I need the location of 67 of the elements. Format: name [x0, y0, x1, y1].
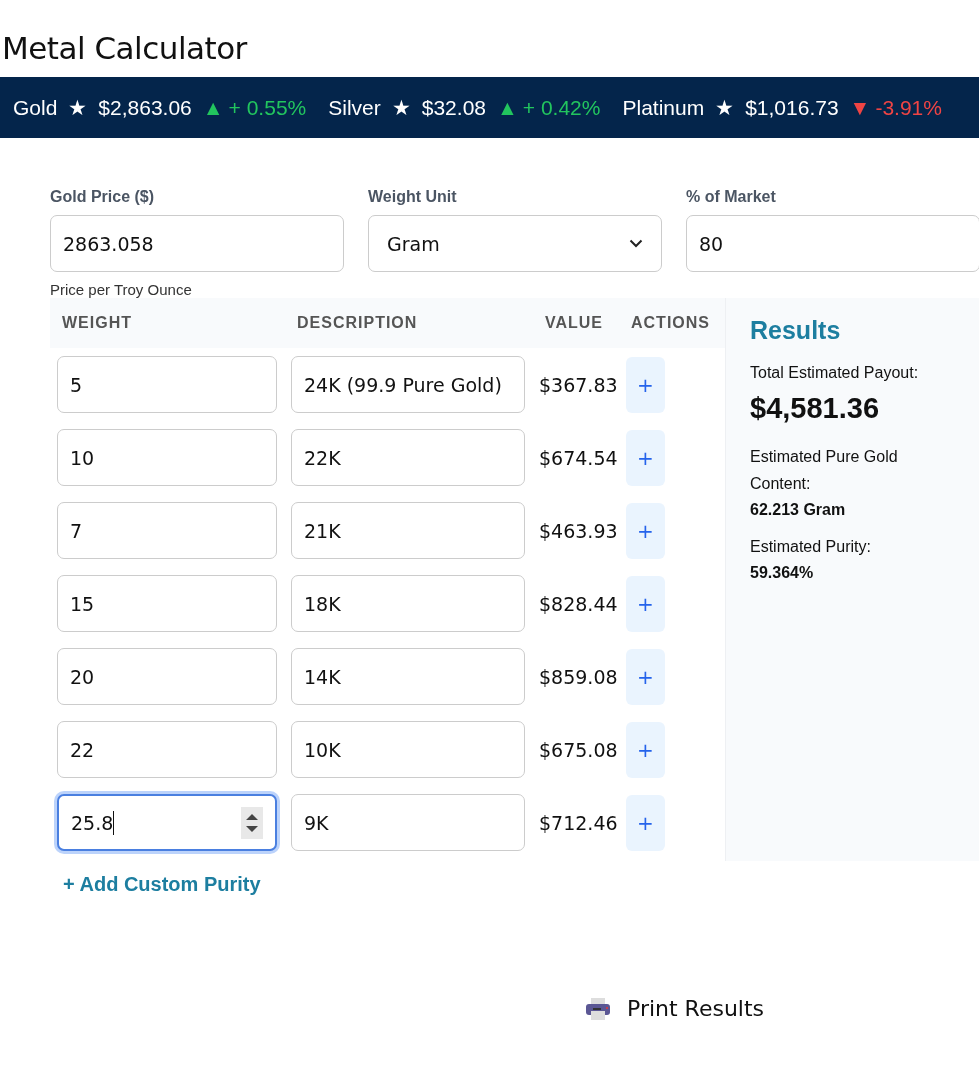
add-button[interactable]: +: [626, 648, 665, 705]
field-hint: Price per Troy Ounce: [50, 281, 193, 298]
add-custom-purity-link[interactable]: + Add Custom Purity: [63, 873, 261, 896]
add-button[interactable]: +: [626, 794, 665, 851]
weight-field[interactable]: 7: [57, 502, 277, 559]
value-cell-text: $859.08: [539, 665, 619, 688]
star-glyph: ★: [715, 95, 735, 120]
star-glyph: ★: [391, 95, 411, 120]
value-cell-text: $463.93: [539, 519, 619, 542]
chevron-icon: [629, 239, 643, 248]
value-cell-text: $712.46: [539, 811, 619, 834]
column-header: WEIGHT: [61, 314, 133, 332]
weight-field[interactable]: 25.8: [57, 794, 277, 851]
price-change: + 0.42%: [522, 95, 601, 120]
add-button[interactable]: +: [626, 356, 665, 413]
metal-name: Platinum: [622, 95, 705, 120]
description-field[interactable]: 21K: [291, 502, 525, 559]
description-field[interactable]: 24K (99.9 Pure Gold): [291, 356, 525, 413]
payout-label: Total Estimated Payout:: [750, 363, 920, 383]
price-change: -3.91%: [875, 95, 942, 120]
trend-arrow: ▼: [849, 95, 871, 120]
add-button[interactable]: +: [626, 502, 665, 559]
printer-icon: [585, 996, 611, 1021]
metal-name: Gold: [13, 95, 58, 120]
purity-label: Estimated Purity:: [750, 537, 872, 557]
metal-price: $2,863.06: [98, 95, 192, 120]
value-cell-text: $674.54: [539, 446, 619, 469]
description-field[interactable]: 22K: [291, 429, 525, 486]
field-label: Gold Price ($): [50, 188, 156, 206]
trend-arrow: ▲: [497, 95, 518, 120]
spinner-icon[interactable]: [241, 806, 263, 839]
value-cell-text: $675.08: [539, 738, 619, 761]
price-field[interactable]: 2863.058: [50, 215, 344, 272]
content-amount: 62.213 Gram: [750, 500, 847, 520]
description-field[interactable]: 14K: [291, 648, 525, 705]
field-label: % of Market: [686, 188, 777, 206]
star-glyph: ★: [68, 95, 88, 120]
add-button[interactable]: +: [626, 721, 665, 778]
price-change: + 0.55%: [228, 95, 307, 120]
description-field[interactable]: 18K: [291, 575, 525, 632]
value-cell-text: $828.44: [539, 592, 619, 615]
weight-field[interactable]: 22: [57, 721, 277, 778]
metal-name: Silver: [328, 95, 381, 120]
purity-amount: 59.364%: [750, 563, 815, 583]
description-field[interactable]: 9K: [291, 794, 525, 851]
field-label: Weight Unit: [368, 188, 458, 206]
payout-amount: $4,581.36: [750, 392, 880, 425]
description-field[interactable]: 10K: [291, 721, 525, 778]
column-header: VALUE: [545, 314, 605, 332]
page-title: Metal Calculator: [1, 29, 249, 68]
print-button[interactable]: Print Results: [585, 996, 765, 1021]
add-button[interactable]: +: [626, 575, 665, 632]
metal-price: $32.08: [421, 95, 486, 120]
market-percent-field[interactable]: 80: [686, 215, 979, 272]
weight-field[interactable]: 20: [57, 648, 277, 705]
trend-arrow: ▲: [202, 95, 224, 120]
weight-field[interactable]: 10: [57, 429, 277, 486]
column-header: DESCRIPTION: [297, 314, 419, 332]
value-cell-text: $367.83: [539, 373, 619, 396]
weight-field[interactable]: 5: [57, 356, 277, 413]
content-label: Estimated Pure Gold Content:: [750, 447, 899, 494]
results-title: Results: [750, 316, 842, 345]
metal-price: $1,016.73: [745, 95, 839, 120]
column-header: ACTIONS: [631, 314, 710, 332]
weight-field[interactable]: 15: [57, 575, 277, 632]
weight-unit-dropdown[interactable]: Gram: [368, 215, 662, 272]
add-button[interactable]: +: [626, 429, 665, 486]
